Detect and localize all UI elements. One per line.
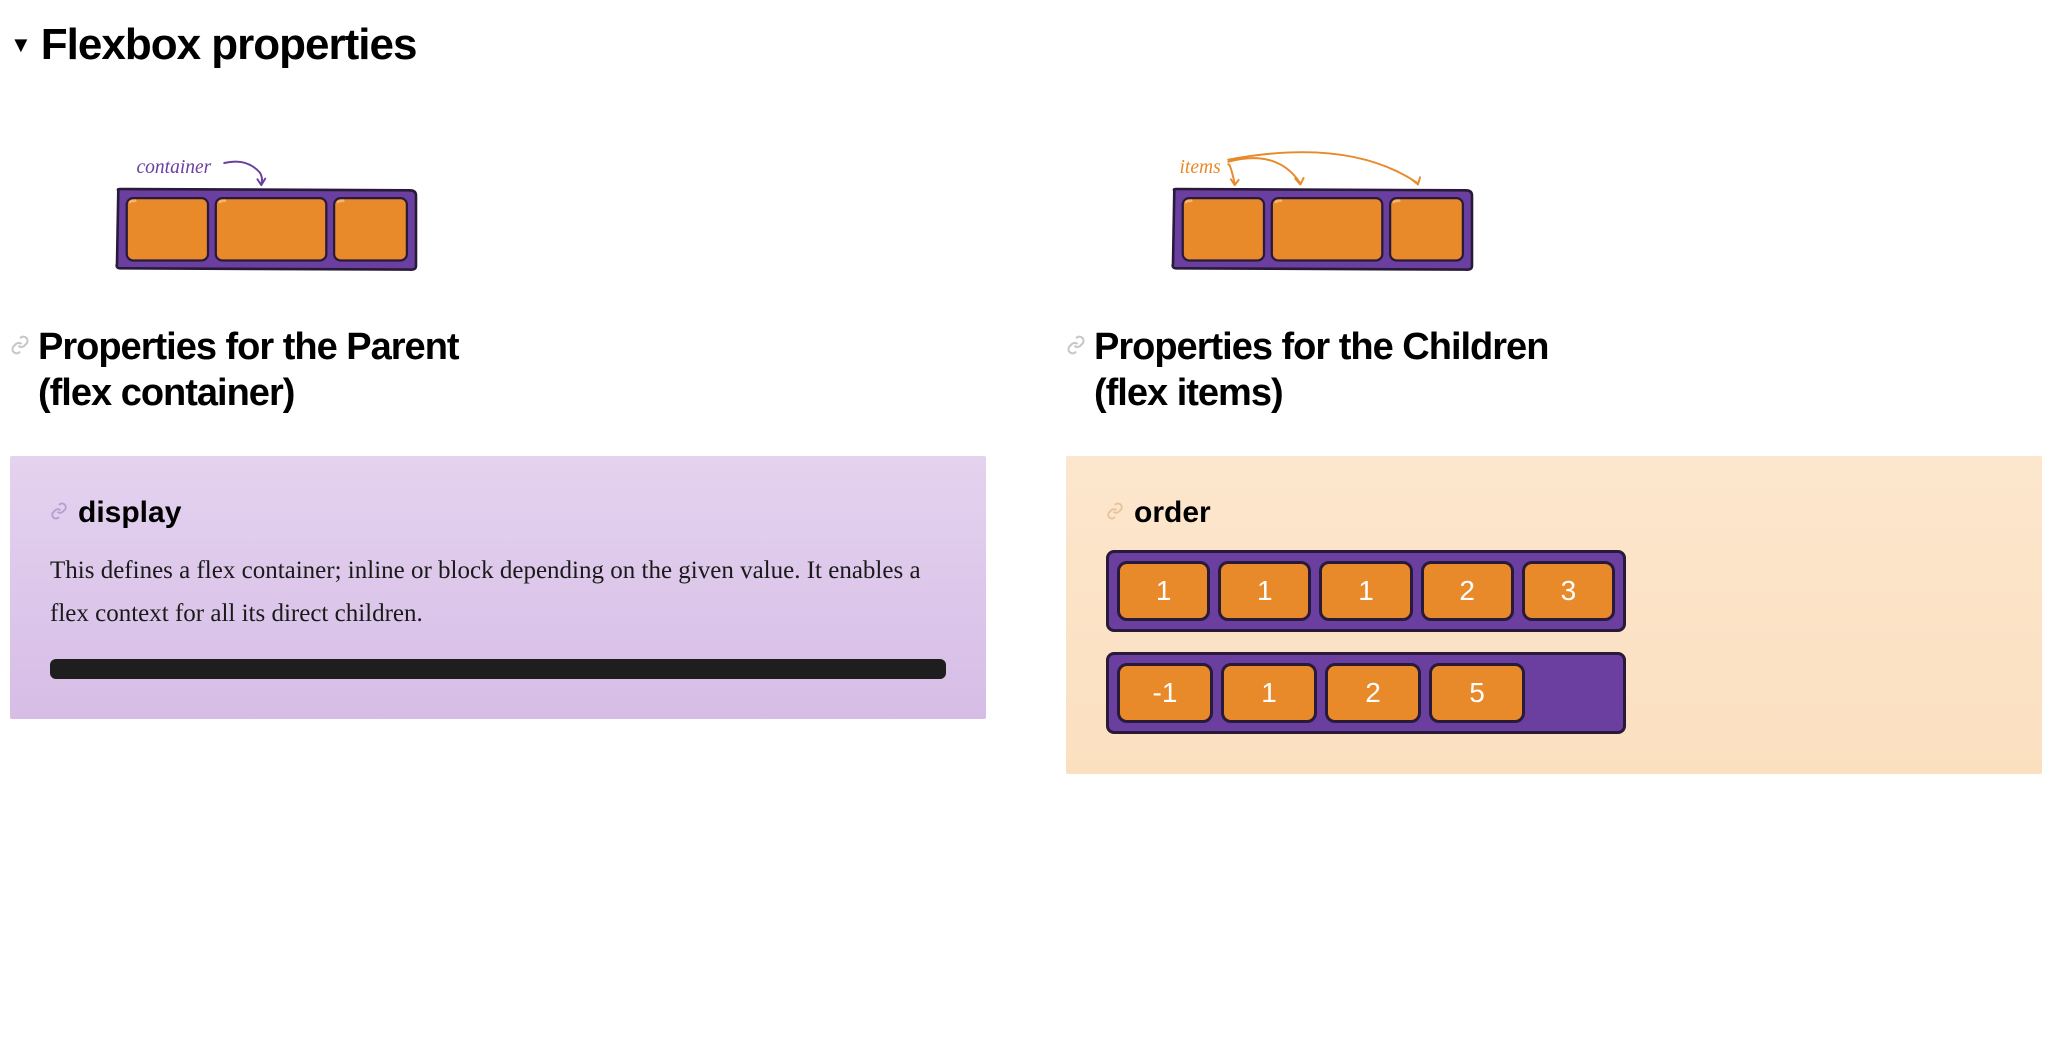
items-column: items	[1066, 150, 2042, 774]
property-description-display: This defines a flex container; inline or…	[50, 550, 946, 635]
items-subheading: Properties for the Children (flex items)	[1066, 325, 2042, 416]
order-box: 1	[1319, 561, 1412, 621]
items-panel: order 1 1 1 2 3 -1 1 2 5	[1066, 456, 2042, 774]
items-subheading-text: Properties for the Children (flex items)	[1094, 325, 1548, 416]
main-heading-text: Flexbox properties	[41, 20, 417, 70]
main-heading[interactable]: ▼ Flexbox properties	[10, 20, 2042, 70]
container-diagram: container	[10, 150, 986, 285]
items-label: items	[1180, 157, 1221, 178]
order-box: 1	[1218, 561, 1311, 621]
order-box: 5	[1429, 663, 1525, 723]
link-icon[interactable]	[50, 500, 68, 526]
property-heading-display: display	[50, 496, 946, 530]
items-diagram: items	[1066, 150, 2042, 285]
order-row-2: -1 1 2 5	[1106, 652, 1626, 734]
collapse-triangle-icon[interactable]: ▼	[10, 32, 31, 58]
code-block	[50, 659, 946, 679]
order-row-1: 1 1 1 2 3	[1106, 550, 1626, 632]
property-heading-order: order	[1106, 496, 2002, 530]
columns-wrapper: container	[10, 150, 2042, 774]
link-icon[interactable]	[10, 335, 30, 426]
link-icon[interactable]	[1106, 500, 1124, 526]
items-diagram-svg: items	[1066, 150, 1566, 280]
order-box: 3	[1522, 561, 1615, 621]
order-box: 2	[1325, 663, 1421, 723]
container-column: container	[10, 150, 986, 774]
property-name-display: display	[78, 496, 181, 530]
container-subheading-text: Properties for the Parent (flex containe…	[38, 325, 459, 416]
container-diagram-svg: container	[10, 150, 510, 280]
order-diagrams: 1 1 1 2 3 -1 1 2 5	[1106, 550, 2002, 734]
order-box: 1	[1221, 663, 1317, 723]
order-box: 1	[1117, 561, 1210, 621]
container-panel: display This defines a flex container; i…	[10, 456, 986, 719]
order-box: 2	[1421, 561, 1514, 621]
order-box: -1	[1117, 663, 1213, 723]
property-name-order: order	[1134, 496, 1211, 530]
container-subheading: Properties for the Parent (flex containe…	[10, 325, 986, 416]
container-label: container	[137, 157, 212, 178]
link-icon[interactable]	[1066, 335, 1086, 426]
